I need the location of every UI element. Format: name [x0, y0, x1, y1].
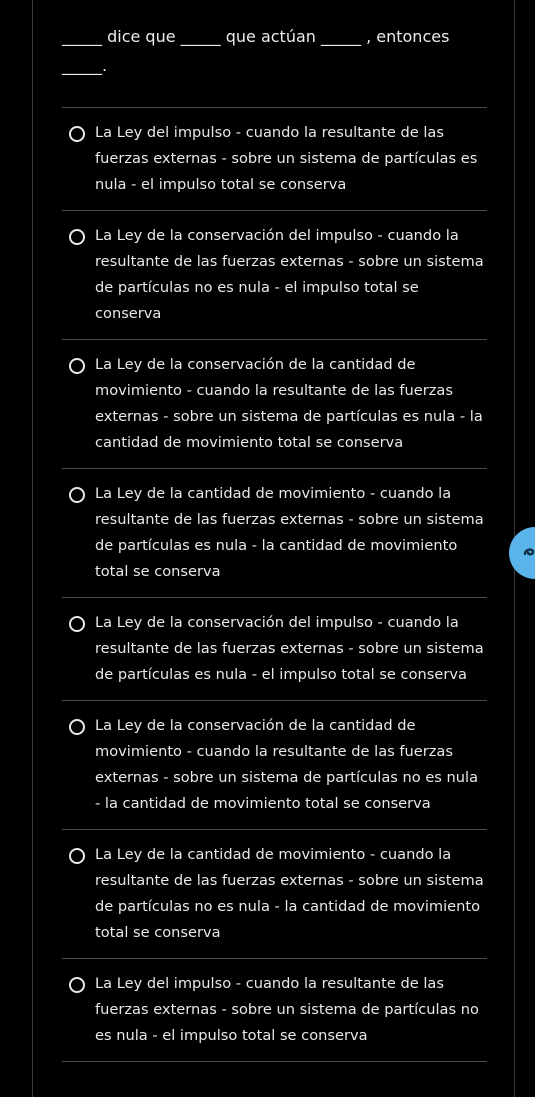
answer-option-2[interactable]: La Ley de la conservación del impulso - … — [62, 211, 487, 340]
floating-helper-button[interactable] — [509, 527, 535, 579]
answer-options: La Ley del impulso - cuando la resultant… — [62, 107, 487, 1062]
question-text: _____ dice que _____ que actúan _____ , … — [62, 27, 450, 75]
radio-icon[interactable] — [69, 977, 85, 993]
radio-icon[interactable] — [69, 358, 85, 374]
answer-option-6[interactable]: La Ley de la conservación de la cantidad… — [62, 701, 487, 830]
radio-icon[interactable] — [69, 229, 85, 245]
answer-option-label: La Ley de la conservación del impulso - … — [95, 614, 484, 683]
radio-icon[interactable] — [69, 616, 85, 632]
answer-option-label: La Ley de la conservación de la cantidad… — [95, 717, 479, 812]
swirl-icon — [522, 544, 535, 563]
radio-icon[interactable] — [69, 719, 85, 735]
answer-option-label: La Ley del impulso - cuando la resultant… — [95, 124, 478, 193]
radio-icon[interactable] — [69, 126, 85, 142]
answer-option-8[interactable]: La Ley del impulso - cuando la resultant… — [62, 959, 487, 1062]
left-border — [32, 0, 33, 1097]
answer-option-label: La Ley de la conservación del impulso - … — [95, 227, 484, 322]
answer-option-label: La Ley de la cantidad de movimiento - cu… — [95, 846, 484, 941]
answer-option-1[interactable]: La Ley del impulso - cuando la resultant… — [62, 108, 487, 211]
radio-icon[interactable] — [69, 487, 85, 503]
radio-icon[interactable] — [69, 848, 85, 864]
answer-option-label: La Ley del impulso - cuando la resultant… — [95, 975, 479, 1044]
answer-option-4[interactable]: La Ley de la cantidad de movimiento - cu… — [62, 469, 487, 598]
answer-option-label: La Ley de la conservación de la cantidad… — [95, 356, 483, 451]
answer-option-5[interactable]: La Ley de la conservación del impulso - … — [62, 598, 487, 701]
answer-option-label: La Ley de la cantidad de movimiento - cu… — [95, 485, 484, 580]
answer-option-3[interactable]: La Ley de la conservación de la cantidad… — [62, 340, 487, 469]
answer-option-7[interactable]: La Ley de la cantidad de movimiento - cu… — [62, 830, 487, 959]
